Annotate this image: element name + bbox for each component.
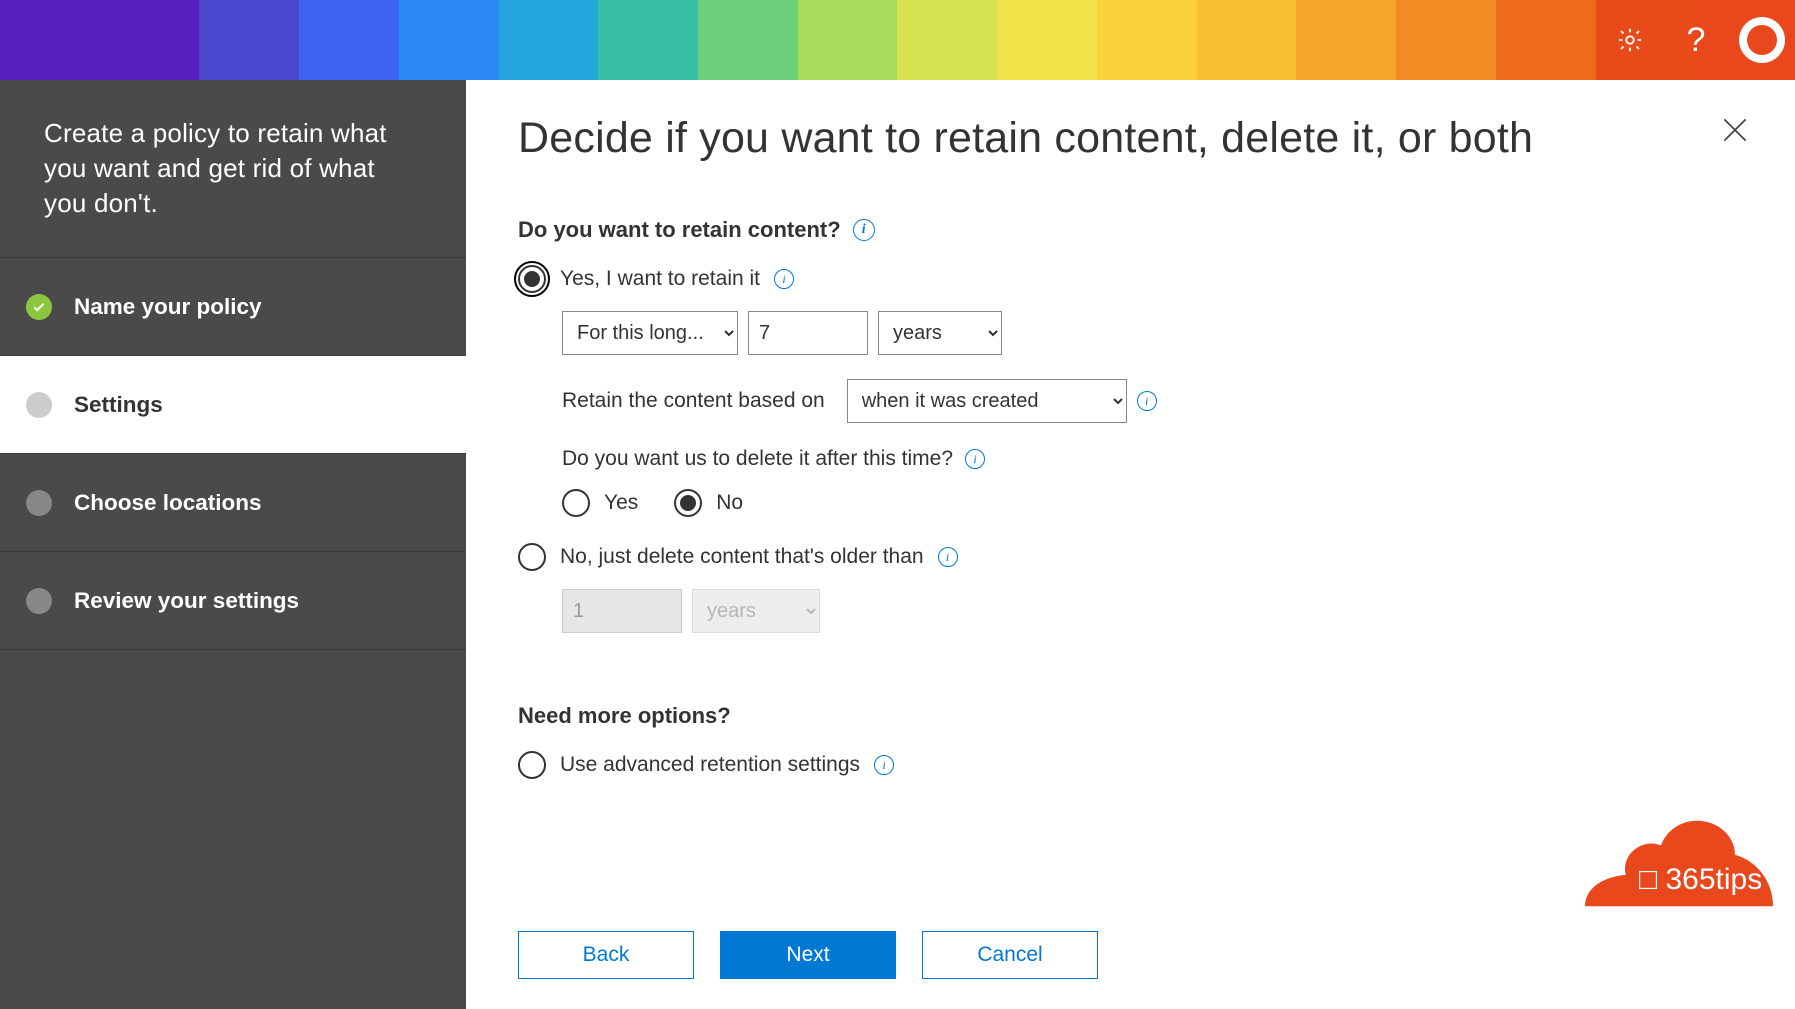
radio-icon[interactable]	[562, 489, 590, 517]
radio-label: No	[716, 491, 743, 515]
radio-delete-yes[interactable]: Yes	[562, 489, 638, 517]
input-retain-value[interactable]	[748, 311, 868, 355]
question-retain-content: Do you want to retain content? i	[518, 217, 1743, 243]
info-icon[interactable]: i	[1137, 391, 1157, 411]
radio-label: Yes	[604, 491, 638, 515]
step-bullet-icon	[26, 490, 52, 516]
radio-icon[interactable]	[518, 751, 546, 779]
info-icon[interactable]: i	[853, 219, 875, 241]
wizard-step-choose-locations[interactable]: Choose locations	[0, 454, 466, 552]
info-icon[interactable]: i	[874, 755, 894, 775]
account-avatar[interactable]	[1729, 0, 1795, 80]
wizard-sidebar: Create a policy to retain what you want …	[0, 80, 466, 1009]
select-delete-older-unit: years	[692, 589, 820, 633]
radio-delete-no[interactable]: No	[674, 489, 743, 517]
radio-label: No, just delete content that's older tha…	[560, 545, 924, 569]
select-based-on[interactable]: when it was created	[847, 379, 1127, 423]
radio-advanced-settings[interactable]: Use advanced retention settings i	[518, 751, 1743, 779]
step-bullet-icon	[26, 392, 52, 418]
select-retain-mode[interactable]: For this long...	[562, 311, 738, 355]
wizard-step-review[interactable]: Review your settings	[0, 552, 466, 650]
wizard-step-name-policy[interactable]: Name your policy	[0, 258, 466, 356]
label-based-on: Retain the content based on	[562, 389, 825, 413]
question-delete-after: Do you want us to delete it after this t…	[562, 447, 1743, 471]
info-icon[interactable]: i	[938, 547, 958, 567]
wizard-step-label: Review your settings	[74, 588, 299, 614]
watermark-365tips: □ 365tips	[1585, 813, 1773, 923]
radio-icon[interactable]	[674, 489, 702, 517]
main-panel: Decide if you want to retain content, de…	[466, 80, 1795, 1009]
svg-text:□ 365tips: □ 365tips	[1639, 863, 1762, 896]
info-icon[interactable]: i	[774, 269, 794, 289]
wizard-step-label: Name your policy	[74, 294, 262, 320]
wizard-step-label: Choose locations	[74, 490, 262, 516]
input-delete-older-value	[562, 589, 682, 633]
settings-icon[interactable]	[1597, 0, 1663, 80]
wizard-step-settings[interactable]: Settings	[0, 356, 466, 454]
info-icon[interactable]: i	[965, 449, 985, 469]
wizard-footer: Back Next Cancel	[518, 931, 1098, 979]
cancel-button[interactable]: Cancel	[922, 931, 1098, 979]
step-bullet-icon	[26, 588, 52, 614]
header-color-ribbon: ?	[0, 0, 1795, 80]
sidebar-description: Create a policy to retain what you want …	[0, 80, 466, 258]
radio-label: Yes, I want to retain it	[560, 267, 760, 291]
radio-retain-no[interactable]: No, just delete content that's older tha…	[518, 543, 1743, 571]
help-icon[interactable]: ?	[1663, 0, 1729, 80]
page-title: Decide if you want to retain content, de…	[518, 114, 1743, 163]
heading-more-options: Need more options?	[518, 703, 1743, 729]
radio-label: Use advanced retention settings	[560, 753, 860, 777]
next-button[interactable]: Next	[720, 931, 896, 979]
back-button[interactable]: Back	[518, 931, 694, 979]
radio-icon[interactable]	[518, 265, 546, 293]
close-icon[interactable]	[1719, 114, 1751, 146]
select-retain-unit[interactable]: years	[878, 311, 1002, 355]
wizard-step-label: Settings	[74, 392, 163, 418]
radio-icon[interactable]	[518, 543, 546, 571]
check-icon	[26, 294, 52, 320]
radio-retain-yes[interactable]: Yes, I want to retain it i	[518, 265, 1743, 293]
